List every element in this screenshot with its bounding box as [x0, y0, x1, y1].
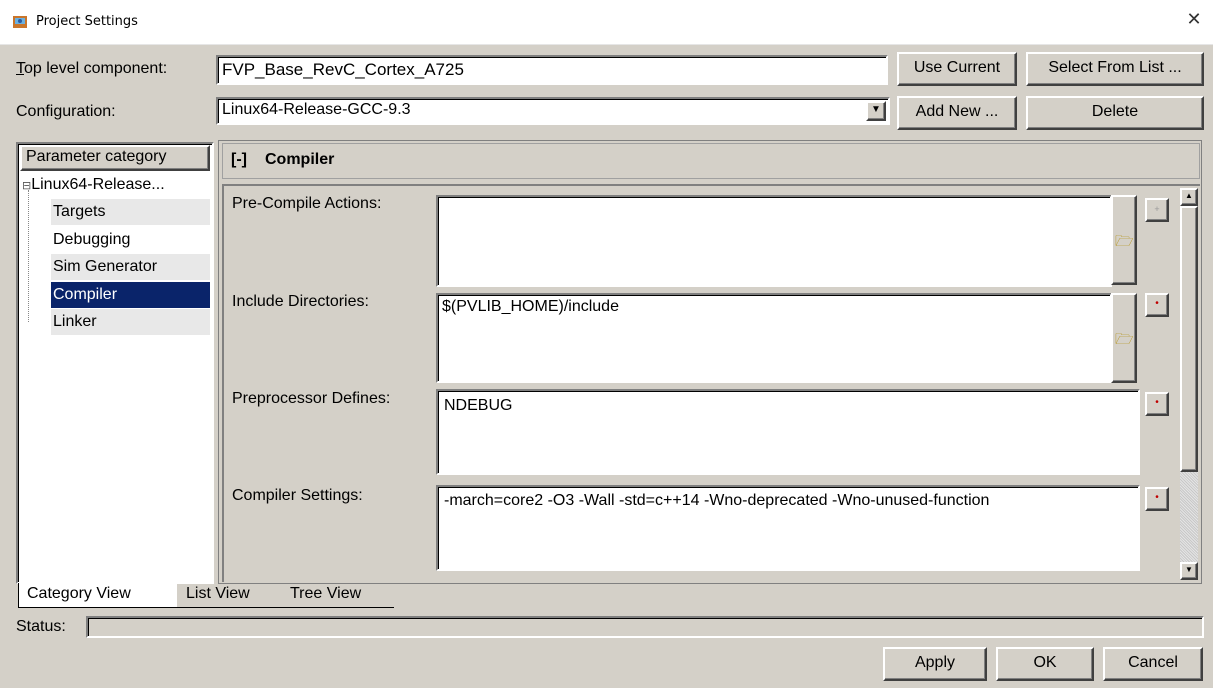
use-current-button[interactable]: Use Current	[897, 52, 1017, 86]
top-component-input[interactable]: FVP_Base_RevC_Cortex_A725	[216, 55, 888, 85]
folder-open-icon: 🗁	[1115, 331, 1134, 348]
add-new-label: Add New ...	[915, 103, 999, 120]
close-icon[interactable]: ✕	[1183, 9, 1205, 33]
compiler-settings-value: -march=core2 -O3 -Wall -std=c++14 -Wno-d…	[444, 492, 990, 509]
tree-item-debugging[interactable]: Debugging	[51, 227, 210, 253]
tree-item-linker[interactable]: Linker	[51, 309, 210, 335]
status-value	[88, 618, 1202, 622]
configuration-select[interactable]: Linux64-Release-GCC-9.3 ▼	[216, 97, 890, 125]
tab-category-view[interactable]: Category View	[18, 583, 177, 608]
top-component-label: Top level component:	[16, 60, 168, 77]
tree-root-label: Linux64-Release...	[31, 176, 165, 193]
status-field	[86, 616, 1204, 638]
pre-compile-value	[438, 197, 1110, 201]
tree-item-compiler[interactable]: Compiler	[51, 282, 210, 308]
ok-button[interactable]: OK	[996, 647, 1094, 681]
scroll-up-icon[interactable]: ▲	[1180, 188, 1198, 206]
preproc-defines-value: NDEBUG	[444, 397, 513, 414]
include-dirs-browse-button[interactable]: 🗁	[1111, 293, 1137, 383]
app-icon	[13, 16, 27, 28]
preproc-defines-add-button[interactable]: •	[1145, 392, 1169, 416]
section-collapse-toggle[interactable]: [-]	[231, 151, 247, 169]
tree-header[interactable]: Parameter category	[20, 145, 210, 171]
use-current-label: Use Current	[913, 59, 1001, 76]
scroll-down-icon[interactable]: ▼	[1180, 562, 1198, 580]
cancel-button[interactable]: Cancel	[1103, 647, 1203, 681]
select-from-list-label: Select From List ...	[1048, 59, 1182, 76]
pre-compile-browse-button[interactable]: 🗁	[1111, 195, 1137, 285]
pre-compile-add-button[interactable]: +	[1145, 198, 1169, 222]
window-title: Project Settings	[36, 14, 138, 29]
ok-label: OK	[1033, 654, 1057, 671]
pre-compile-textarea[interactable]	[436, 195, 1112, 287]
status-label: Status:	[16, 618, 66, 635]
preproc-defines-label: Preprocessor Defines:	[232, 390, 391, 407]
include-dirs-add-button[interactable]: •	[1145, 293, 1169, 317]
tree-item-targets[interactable]: Targets	[51, 199, 210, 225]
top-component-label-text: op level component:	[24, 60, 168, 77]
compiler-settings-label: Compiler Settings:	[232, 487, 363, 504]
folder-open-icon: 🗁	[1115, 233, 1134, 250]
include-dirs-value: $(PVLIB_HOME)/include	[442, 298, 619, 315]
preproc-defines-textarea[interactable]: NDEBUG	[436, 389, 1140, 475]
apply-button[interactable]: Apply	[883, 647, 987, 681]
configuration-label: Configuration:	[16, 103, 116, 120]
include-dirs-textarea[interactable]: $(PVLIB_HOME)/include	[436, 293, 1112, 383]
compiler-settings-add-button[interactable]: •	[1145, 487, 1169, 511]
scrollbar-thumb[interactable]	[1180, 206, 1198, 472]
add-new-button[interactable]: Add New ...	[897, 96, 1017, 130]
tree-item-sim-generator[interactable]: Sim Generator	[51, 254, 210, 280]
include-dirs-label: Include Directories:	[232, 293, 369, 310]
tree-guide-line	[28, 190, 30, 322]
select-from-list-button[interactable]: Select From List ...	[1026, 52, 1204, 86]
tree-root[interactable]: ⊟Linux64-Release...	[22, 172, 165, 198]
section-title: Compiler	[265, 151, 335, 168]
configuration-value: Linux64-Release-GCC-9.3	[222, 101, 411, 118]
top-component-value: FVP_Base_RevC_Cortex_A725	[222, 60, 464, 79]
delete-label: Delete	[1091, 103, 1139, 120]
section-header: [-] Compiler	[222, 143, 1200, 179]
tab-tree-view[interactable]: Tree View	[280, 583, 394, 608]
cancel-label: Cancel	[1128, 654, 1178, 671]
pre-compile-label: Pre-Compile Actions:	[232, 195, 382, 212]
apply-label: Apply	[914, 654, 956, 671]
chevron-down-icon[interactable]: ▼	[866, 101, 886, 121]
delete-button[interactable]: Delete	[1026, 96, 1204, 130]
compiler-settings-textarea[interactable]: -march=core2 -O3 -Wall -std=c++14 -Wno-d…	[436, 485, 1140, 571]
tab-list-view[interactable]: List View	[172, 583, 284, 608]
title-bar: Project Settings ✕	[0, 0, 1213, 45]
